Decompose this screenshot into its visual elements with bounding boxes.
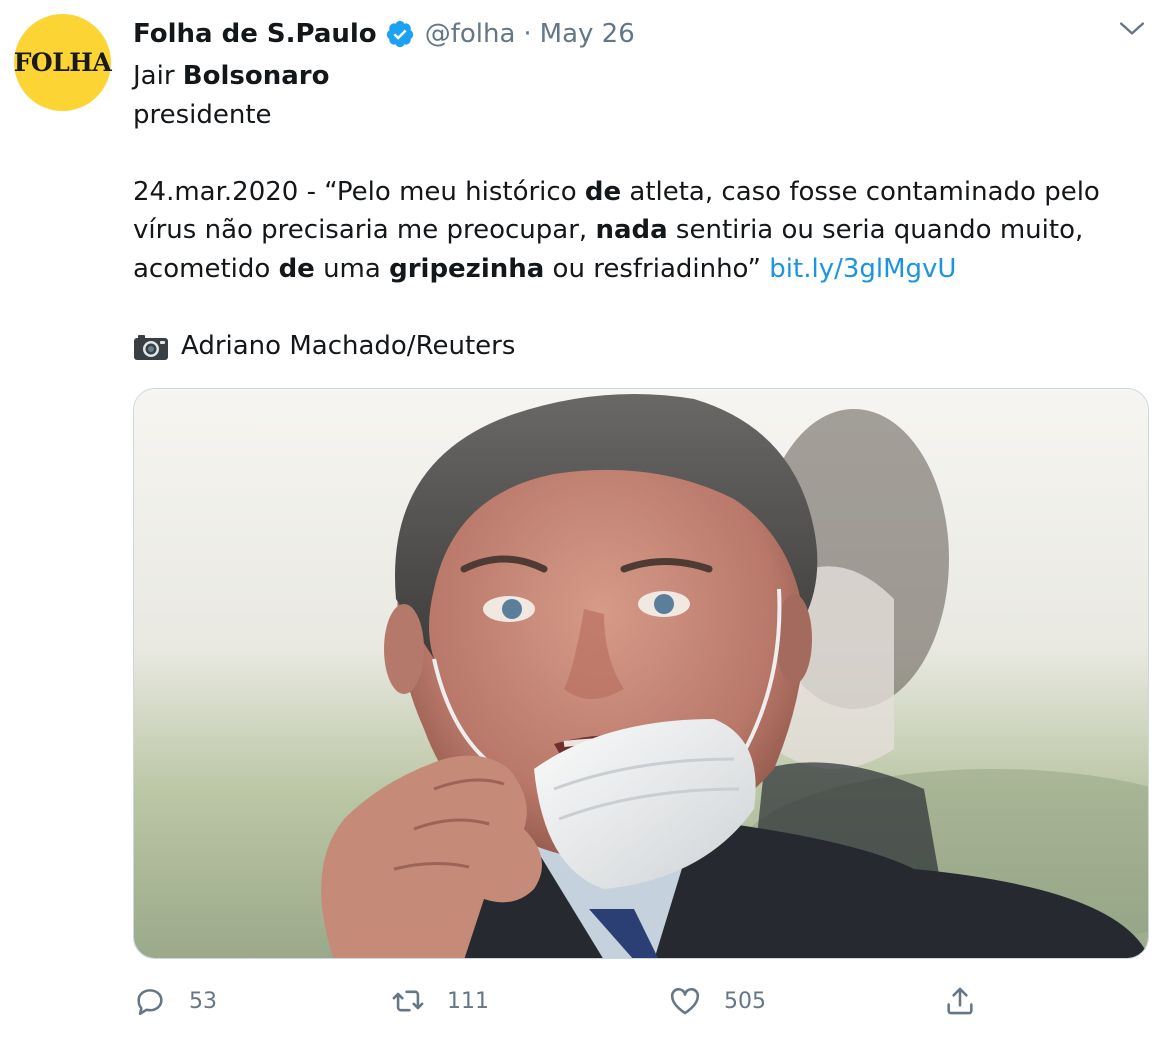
tweet-photo[interactable] — [133, 388, 1149, 959]
share-button[interactable] — [943, 978, 977, 1024]
photo-image — [134, 389, 1148, 958]
quote-paragraph: 24.mar.2020 - “Pelo meu histórico de atl… — [133, 176, 1100, 284]
tweet[interactable]: FOLHA Folha de S.Paulo @folha · May 26 J… — [0, 0, 1165, 1045]
photo-credit: Adriano Machado/Reuters — [133, 327, 1133, 366]
avatar[interactable]: FOLHA — [13, 14, 112, 111]
reply-count: 53 — [189, 988, 217, 1014]
retweet-count: 111 — [447, 988, 489, 1014]
display-name[interactable]: Folha de S.Paulo — [133, 19, 377, 49]
reply-button[interactable]: 53 — [133, 978, 217, 1024]
verified-badge-icon — [386, 20, 413, 48]
user-handle[interactable]: @folha — [425, 19, 516, 49]
share-icon — [947, 987, 973, 1015]
retweet-button[interactable]: 111 — [391, 978, 489, 1024]
heart-icon — [670, 988, 700, 1015]
separator-dot: · — [523, 19, 532, 49]
tweet-date[interactable]: May 26 — [540, 19, 635, 49]
like-count: 505 — [724, 988, 766, 1014]
like-button[interactable]: 505 — [668, 978, 766, 1024]
reply-icon — [137, 989, 163, 1016]
tweet-text: Jair Bolsonaro presidente 24.mar.2020 - … — [133, 57, 1133, 365]
text-line-title: presidente — [133, 99, 272, 130]
tweet-link[interactable]: bit.ly/3glMgvU — [769, 254, 956, 284]
photo-credit-text: Adriano Machado/Reuters — [181, 330, 516, 361]
chevron-down-icon[interactable] — [1119, 18, 1145, 40]
tweet-header: Folha de S.Paulo @folha · May 26 — [133, 14, 635, 54]
text-line-name: Jair Bolsonaro — [133, 61, 330, 91]
retweet-icon — [392, 990, 424, 1012]
camera-icon — [134, 334, 168, 360]
avatar-logo-text: FOLHA — [13, 48, 112, 77]
tweet-actions: 53 111 505 — [133, 978, 1149, 1024]
